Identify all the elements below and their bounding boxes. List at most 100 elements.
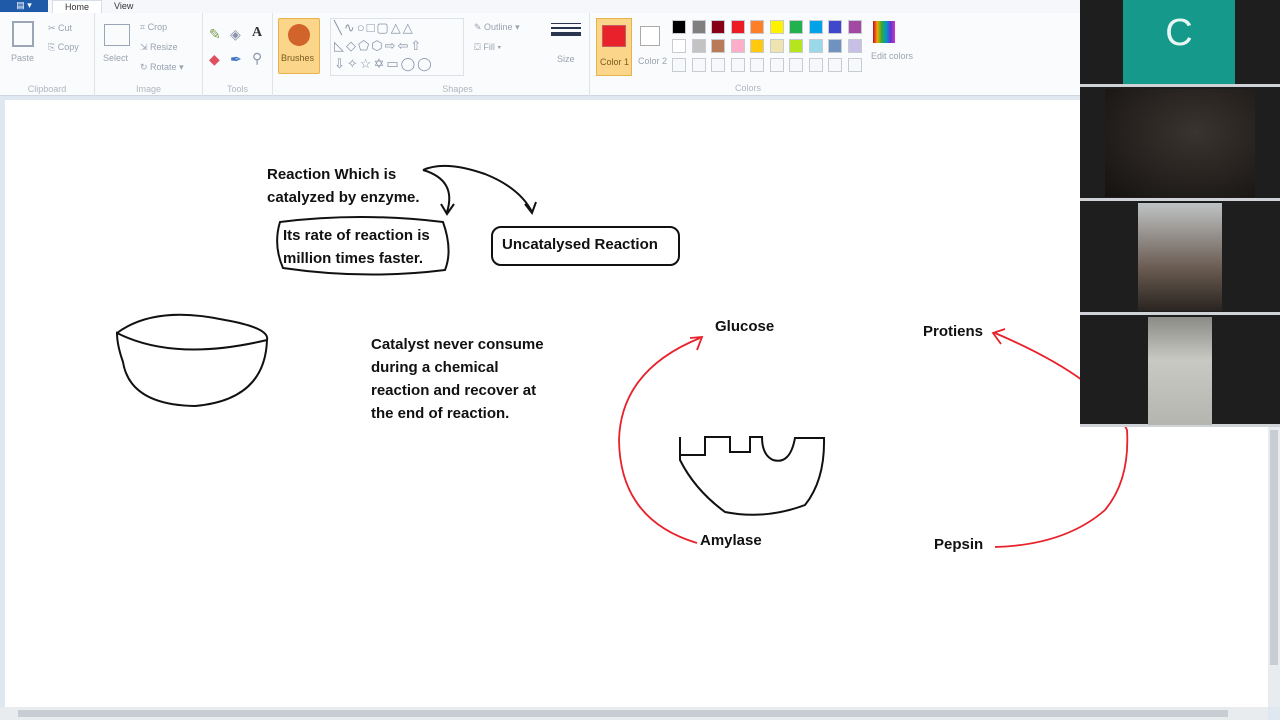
edit-colors-label: Edit colors (871, 51, 914, 61)
paste-icon (12, 21, 34, 47)
custom-color-slot[interactable] (672, 58, 686, 72)
shapes-label: Shapes (442, 84, 473, 94)
rate-note: Its rate of reaction is million times fas… (283, 227, 430, 267)
custom-color-slot[interactable] (730, 58, 745, 72)
size-icon (551, 23, 581, 24)
video-tile-participant-c[interactable]: C (1080, 0, 1280, 87)
tab-view[interactable]: View (102, 0, 145, 13)
palette-swatch[interactable] (828, 20, 842, 34)
video-tile-participant-4[interactable] (1080, 315, 1280, 427)
protiens-label: Protiens (923, 323, 984, 340)
avatar: C (1123, 0, 1235, 84)
video-feed (1138, 203, 1222, 311)
palette-swatch[interactable] (808, 20, 823, 34)
video-tile-participant-2[interactable] (1080, 87, 1280, 201)
amylase-glucose-arrow (618, 335, 704, 544)
palette-swatch[interactable] (691, 39, 706, 53)
rotate-button[interactable]: ↻ Rotate ▾ (140, 62, 184, 73)
custom-color-slot[interactable] (691, 58, 706, 72)
reaction-note: Reaction Which is catalyzed by enzyme. (267, 166, 420, 206)
palette-swatch[interactable] (847, 20, 862, 34)
enzyme-drawing (679, 436, 826, 516)
palette-swatch[interactable] (672, 39, 686, 53)
palette-swatch[interactable] (750, 39, 764, 53)
clipboard-group: Paste ✂ Cut ⎘ Copy Clipboard (0, 13, 95, 96)
image-group: Select ⌗ Crop ⇲ Resize ↻ Rotate ▾ Image (95, 13, 203, 96)
size-button[interactable]: Size (548, 21, 584, 81)
palette-swatch[interactable] (711, 20, 725, 34)
copy-button[interactable]: ⎘ Copy (48, 42, 79, 53)
arrow-to-uncatalysed (422, 164, 537, 216)
brushes-button[interactable]: Brushes (278, 18, 320, 74)
image-label: Image (135, 84, 161, 94)
glucose-label: Glucose (715, 318, 775, 335)
palette-swatch[interactable] (711, 39, 725, 53)
uncatalysed-label: Uncatalysed Reaction (502, 236, 658, 253)
custom-color-slot[interactable] (808, 58, 823, 72)
magnifier-icon[interactable]: ⚲ (252, 50, 262, 67)
select-icon (104, 24, 130, 46)
palette-swatch[interactable] (808, 39, 823, 53)
custom-color-slot[interactable] (750, 58, 764, 72)
color1-button[interactable]: Color 1 (596, 18, 632, 76)
brush-icon (288, 24, 310, 46)
palette-swatch[interactable] (691, 20, 706, 34)
rainbow-icon (873, 21, 895, 43)
color-picker-icon[interactable]: ✒ (230, 51, 242, 68)
clipboard-label: Clipboard (27, 84, 67, 94)
palette-swatch[interactable] (769, 20, 784, 34)
video-tile-participant-3[interactable] (1080, 201, 1280, 315)
color1-swatch (602, 25, 626, 47)
custom-color-slot[interactable] (828, 58, 842, 72)
brushes-label: Brushes (281, 53, 315, 63)
scissors-icon: ✂ (48, 23, 59, 33)
horizontal-scroll-thumb[interactable] (18, 710, 1228, 717)
colors-label: Colors (734, 83, 761, 93)
fill-button[interactable]: ⛋ Fill ▾ (474, 42, 501, 53)
resize-button[interactable]: ⇲ Resize (140, 42, 178, 53)
outline-button[interactable]: ✎ Outline ▾ (474, 22, 520, 33)
eraser-icon[interactable]: ◆ (209, 51, 220, 68)
pencil-icon[interactable]: ✎ (209, 26, 221, 43)
palette-swatch[interactable] (769, 39, 784, 53)
horizontal-scrollbar[interactable] (0, 707, 1268, 720)
select-button[interactable]: Select (103, 53, 128, 63)
custom-color-slot[interactable] (711, 58, 725, 72)
palette-swatch[interactable] (828, 39, 842, 53)
custom-color-slot[interactable] (847, 58, 862, 72)
video-feed (1148, 317, 1212, 425)
palette-swatch[interactable] (672, 20, 686, 34)
arrow-to-rate (422, 169, 455, 216)
size-label: Size (557, 54, 575, 64)
tools-label: Tools (226, 84, 248, 94)
custom-color-slot[interactable] (789, 58, 803, 72)
color2-swatch (640, 26, 660, 46)
tab-home[interactable]: Home (52, 0, 103, 13)
crop-button[interactable]: ⌗ Crop (140, 22, 167, 33)
color1-label: Color 1 (600, 57, 630, 67)
file-menu-button[interactable]: ▤ ▾ (0, 0, 48, 12)
copy-icon: ⎘ (48, 42, 58, 52)
color2-label: Color 2 (638, 56, 668, 66)
bowl-drawing (115, 313, 269, 408)
palette-swatch[interactable] (730, 20, 745, 34)
video-feed (1105, 89, 1255, 197)
custom-color-slot[interactable] (769, 58, 784, 72)
amylase-label: Amylase (700, 532, 762, 549)
catalyst-note: Catalyst never consume during a chemical r… (371, 336, 544, 422)
tools-group: ✎ ◈ A ◆ ✒ ⚲ Tools (203, 13, 273, 96)
palette-swatch[interactable] (789, 39, 803, 53)
vertical-scroll-thumb[interactable] (1270, 430, 1278, 665)
color2-button[interactable]: Color 2 (636, 18, 668, 76)
palette-swatch[interactable] (730, 39, 745, 53)
fill-bucket-icon[interactable]: ◈ (230, 26, 241, 43)
palette-swatch[interactable] (789, 20, 803, 34)
palette-swatch[interactable] (847, 39, 862, 53)
text-tool-icon[interactable]: A (252, 25, 262, 41)
palette-swatch[interactable] (750, 20, 764, 34)
cut-button[interactable]: ✂ Cut (48, 23, 72, 34)
shapes-gallery[interactable]: ╲∿○□▢△△ ◺◇⬠⬡⇨⇦⇧ ⇩✧☆✡▭◯◯ (330, 18, 464, 76)
edit-colors-button[interactable]: Edit colors (868, 21, 913, 81)
drawing-canvas[interactable]: Reaction Which is catalyzed by enzyme. It… (5, 100, 1268, 707)
paste-button[interactable]: Paste (11, 53, 34, 63)
